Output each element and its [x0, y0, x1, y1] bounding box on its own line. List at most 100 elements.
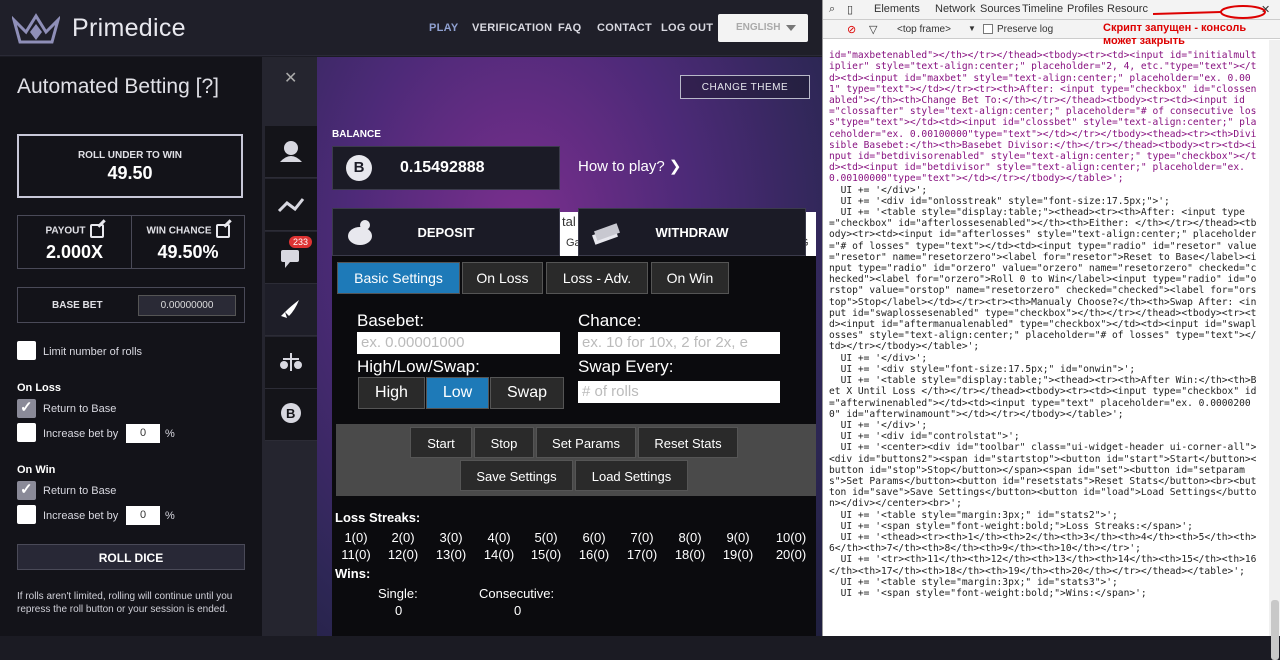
- withdraw-button[interactable]: WITHDRAW: [578, 208, 806, 256]
- loss-increase-input[interactable]: 0: [126, 424, 160, 443]
- swap-every-input[interactable]: # of rolls: [578, 381, 780, 403]
- bitcoin-side-button[interactable]: B: [265, 389, 317, 441]
- code-line: id="maxbetenabled"></th></tr></thead><tb…: [829, 50, 1257, 185]
- close-icon[interactable]: ✕: [284, 68, 297, 88]
- payout-box[interactable]: PAYOUT 2.000X: [17, 215, 132, 269]
- tab-loss-adv[interactable]: Loss - Adv.: [546, 262, 648, 294]
- chevron-down-icon: ▼: [968, 24, 976, 33]
- tab-resources[interactable]: Resourc: [1107, 3, 1148, 15]
- tab-basic-settings[interactable]: Basic Settings: [337, 262, 460, 294]
- nav-logout[interactable]: LOG OUT: [661, 22, 713, 34]
- frame-select[interactable]: <top frame>: [897, 24, 951, 35]
- clear-console-icon[interactable]: ⊘: [847, 23, 856, 36]
- consecutive-label: Consecutive:: [479, 586, 555, 601]
- on-win-heading: On Win: [17, 464, 56, 476]
- language-select[interactable]: ENGLISH: [718, 14, 808, 42]
- loss-streak-cell: 17(0): [626, 547, 658, 562]
- roll-dice-button[interactable]: ROLL DICE: [17, 544, 245, 570]
- basebet-input[interactable]: ex. 0.00001000: [357, 332, 560, 354]
- loss-streak-cell: 8(0): [678, 530, 702, 545]
- bitcoin-icon: B: [346, 155, 372, 181]
- stop-button[interactable]: Stop: [474, 427, 534, 458]
- language-value: ENGLISH: [736, 22, 781, 33]
- loss-streak-cell: 10(0): [775, 530, 807, 545]
- nav-contact[interactable]: CONTACT: [597, 22, 652, 34]
- payout-value: 2.000X: [45, 242, 104, 262]
- tab-on-loss[interactable]: On Loss: [462, 262, 543, 294]
- loss-streak-cell: 19(0): [722, 547, 754, 562]
- loss-streak-cell: 2(0): [391, 530, 415, 545]
- filter-icon[interactable]: ▽: [869, 23, 877, 36]
- loss-increase-checkbox[interactable]: [17, 423, 36, 442]
- change-theme-button[interactable]: CHANGE THEME: [680, 75, 810, 99]
- loss-streak-cell: 15(0): [530, 547, 562, 562]
- win-return-base-checkbox[interactable]: [17, 480, 36, 500]
- reset-stats-button[interactable]: Reset Stats: [638, 427, 738, 458]
- win-increase-checkbox[interactable]: [17, 505, 36, 524]
- logo-text[interactable]: Primedice: [72, 14, 186, 43]
- tab-network[interactable]: Network: [935, 3, 975, 15]
- devtools-scrollbar[interactable]: [1269, 40, 1280, 660]
- on-loss-heading: On Loss: [17, 382, 62, 394]
- tab-profiles[interactable]: Profiles: [1067, 3, 1104, 15]
- edit-icon[interactable]: [89, 224, 104, 238]
- how-to-play-link[interactable]: How to play? ❯: [578, 157, 681, 175]
- win-chance-box[interactable]: WIN CHANCE 49.50%: [131, 215, 245, 269]
- high-button[interactable]: High: [358, 377, 425, 409]
- device-icon[interactable]: ▯: [847, 3, 853, 16]
- tab-sources[interactable]: Sources: [980, 3, 1020, 15]
- panel-title[interactable]: Automated Betting [?]: [17, 75, 219, 99]
- save-settings-button[interactable]: Save Settings: [460, 460, 573, 491]
- inspect-icon[interactable]: ⌕: [829, 3, 835, 16]
- scroll-thumb[interactable]: [1271, 600, 1279, 660]
- load-settings-button[interactable]: Load Settings: [575, 460, 688, 491]
- loss-streak-cell: 4(0): [487, 530, 511, 545]
- edit-icon[interactable]: [215, 224, 230, 238]
- loss-streak-cell: 13(0): [435, 547, 467, 562]
- fairness-side-button[interactable]: [265, 337, 317, 389]
- line-chart-icon: [277, 198, 305, 213]
- user-side-button[interactable]: [265, 126, 317, 178]
- loss-streak-cell: 16(0): [578, 547, 610, 562]
- roll-under-box[interactable]: ROLL UNDER TO WIN 49.50: [17, 134, 243, 198]
- percent-label: %: [165, 510, 175, 522]
- tab-elements[interactable]: Elements: [874, 3, 920, 15]
- loss-streaks-heading: Loss Streaks:: [335, 510, 421, 525]
- tab-on-win[interactable]: On Win: [651, 262, 729, 294]
- loss-increase-label: Increase bet by: [43, 428, 119, 440]
- how-to-play-text: How to play?: [578, 158, 665, 175]
- preserve-log-checkbox[interactable]: [983, 24, 993, 34]
- nav-verification[interactable]: VERIFICATION: [472, 22, 552, 34]
- win-return-base-label: Return to Base: [43, 485, 117, 497]
- deposit-label: DEPOSIT: [417, 225, 475, 240]
- chance-label: Chance:: [578, 311, 642, 330]
- base-bet-input[interactable]: 0.00000000: [138, 295, 236, 316]
- chat-count-badge: 233: [289, 236, 313, 248]
- chat-side-button[interactable]: 233: [265, 232, 317, 284]
- chevron-right-icon: ❯: [668, 158, 682, 175]
- low-button[interactable]: Low: [426, 377, 489, 409]
- nav-faq[interactable]: FAQ: [558, 22, 582, 34]
- rolling-note: If rolls aren't limited, rolling will co…: [17, 591, 233, 615]
- loss-streak-cell: 11(0): [341, 547, 371, 562]
- withdraw-label: WITHDRAW: [655, 225, 729, 240]
- annotation-arrow-icon: [1153, 5, 1266, 19]
- stats-side-button[interactable]: [265, 179, 317, 231]
- win-increase-input[interactable]: 0: [126, 506, 160, 525]
- nav-play[interactable]: PLAY: [429, 22, 459, 34]
- chance-input[interactable]: ex. 10 for 10x, 2 for 2x, e: [578, 332, 780, 354]
- set-params-button[interactable]: Set Params: [536, 427, 636, 458]
- loss-streak-cell: 12(0): [387, 547, 419, 562]
- limit-rolls-checkbox[interactable]: [17, 341, 36, 360]
- limit-rolls-label: Limit number of rolls: [43, 346, 143, 358]
- automated-side-button[interactable]: [265, 284, 317, 336]
- tab-timeline[interactable]: Timeline: [1022, 3, 1063, 15]
- swap-button[interactable]: Swap: [490, 377, 564, 409]
- roll-under-value: 49.50: [107, 163, 153, 183]
- loss-return-base-checkbox[interactable]: [17, 398, 36, 418]
- deposit-button[interactable]: DEPOSIT: [332, 208, 560, 256]
- start-button[interactable]: Start: [410, 427, 472, 458]
- loss-streak-cell: 6(0): [582, 530, 606, 545]
- cash-stack-icon: [592, 223, 620, 245]
- consecutive-value: 0: [514, 603, 522, 618]
